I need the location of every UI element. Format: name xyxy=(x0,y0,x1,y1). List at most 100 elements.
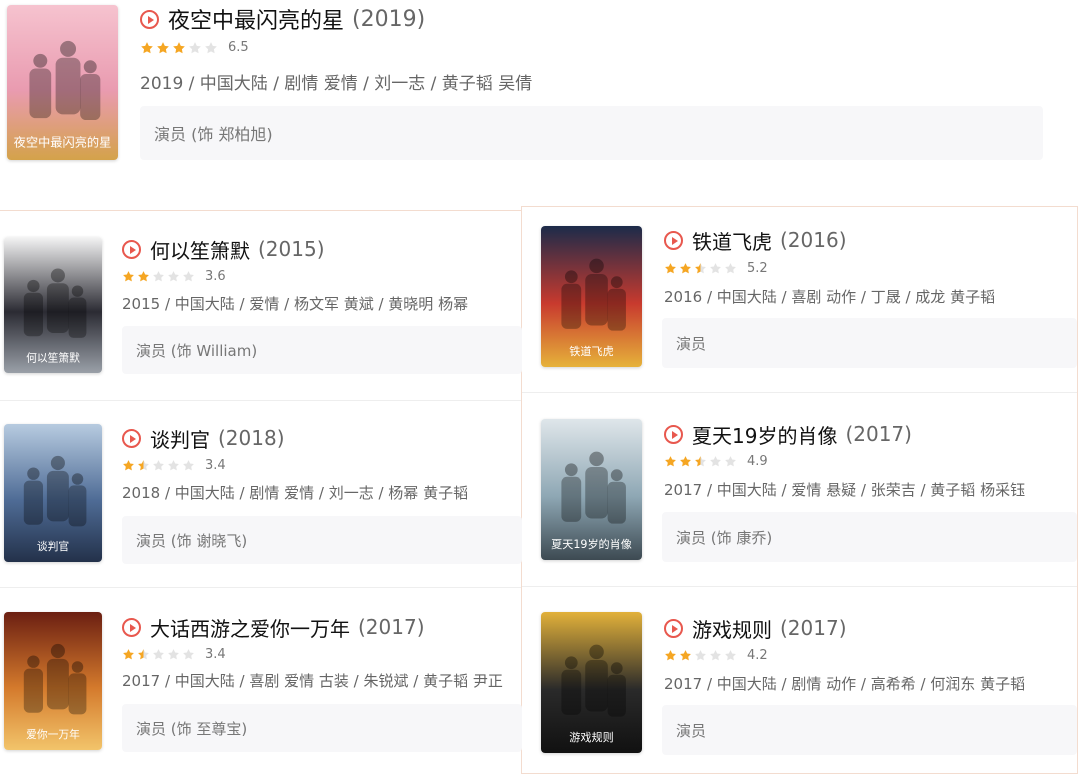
rating-score: 5.2 xyxy=(747,260,768,276)
star-empty-icon xyxy=(168,270,179,282)
movie-title-link[interactable]: 夜空中最闪亮的星 (2019) xyxy=(140,5,425,34)
movie-poster[interactable]: 游戏规则 xyxy=(541,612,642,753)
movie-title: 何以笙箫默 xyxy=(150,238,250,263)
movie-poster[interactable]: 爱你一万年 xyxy=(4,612,102,750)
star-empty-icon xyxy=(725,262,736,274)
poster-title-text: 铁道飞虎 xyxy=(569,344,613,358)
movie-title-link[interactable]: 铁道飞虎 (2016) xyxy=(664,227,847,254)
rating: 3.6 xyxy=(122,269,226,284)
star-empty-icon xyxy=(153,459,164,471)
play-icon[interactable] xyxy=(122,239,141,259)
star-empty-icon xyxy=(710,262,721,274)
star-empty-icon xyxy=(710,455,721,467)
rating-stars xyxy=(122,459,197,472)
movie-title: 夏天19岁的肖像 xyxy=(692,423,838,448)
movie-year: (2017) xyxy=(845,422,912,446)
left-panel-top-border xyxy=(0,210,521,211)
rating: 4.2 xyxy=(664,648,768,663)
movie-title-link[interactable]: 夏天19岁的肖像 (2017) xyxy=(664,421,912,448)
star-empty-icon xyxy=(710,649,721,661)
play-icon[interactable] xyxy=(122,428,141,448)
star-empty-icon xyxy=(183,648,194,660)
rating-stars xyxy=(664,455,739,468)
rating-stars xyxy=(122,270,197,283)
star-empty-icon xyxy=(168,648,179,660)
row-divider xyxy=(522,392,1077,393)
role-box: 演员 (饰 William) xyxy=(122,326,522,374)
star-empty-icon xyxy=(153,270,164,282)
star-empty-icon xyxy=(695,649,706,661)
movie-title: 谈判官 xyxy=(150,427,210,452)
star-full-icon xyxy=(141,41,153,54)
star-half-icon xyxy=(138,459,149,471)
movie-year: (2017) xyxy=(358,615,425,639)
movie-year: (2019) xyxy=(352,6,426,32)
star-full-icon xyxy=(138,270,149,282)
rating-score: 4.9 xyxy=(747,453,768,469)
star-empty-icon xyxy=(168,459,179,471)
play-icon[interactable] xyxy=(664,618,683,638)
row-divider xyxy=(0,587,521,588)
star-empty-icon xyxy=(183,459,194,471)
star-full-icon xyxy=(123,459,134,471)
movie-meta: 2017 / 中国大陆 / 剧情 动作 / 高希希 / 何润东 黄子韬 xyxy=(664,675,1026,694)
movie-title: 夜空中最闪亮的星 xyxy=(168,9,345,35)
star-full-icon xyxy=(123,270,134,282)
movie-meta: 2015 / 中国大陆 / 爱情 / 杨文军 黄斌 / 黄晓明 杨幂 xyxy=(122,295,469,314)
movie-year: (2017) xyxy=(780,616,847,640)
poster-title-text: 夜空中最闪亮的星 xyxy=(14,135,112,150)
rating: 3.4 xyxy=(122,458,226,473)
role-box: 演员 (饰 郑柏旭) xyxy=(140,106,1043,160)
star-full-icon xyxy=(173,41,185,54)
play-icon[interactable] xyxy=(140,9,159,29)
movie-meta: 2019 / 中国大陆 / 剧情 爱情 / 刘一志 / 黄子韬 吴倩 xyxy=(140,73,533,94)
star-empty-icon xyxy=(153,648,164,660)
role-box: 演员 xyxy=(662,705,1077,755)
rating: 6.5 xyxy=(140,40,249,55)
rating: 4.9 xyxy=(664,454,768,469)
star-full-icon xyxy=(665,455,676,467)
movie-title-link[interactable]: 何以笙箫默 (2015) xyxy=(122,236,325,263)
rating-stars xyxy=(664,262,739,275)
star-full-icon xyxy=(680,262,691,274)
star-full-icon xyxy=(665,649,676,661)
movie-title: 铁道飞虎 xyxy=(692,229,772,254)
movie-year: (2018) xyxy=(218,426,285,450)
movie-year: (2016) xyxy=(780,228,847,252)
row-divider xyxy=(522,586,1077,587)
poster-title-text: 何以笙箫默 xyxy=(26,351,80,364)
movie-meta: 2017 / 中国大陆 / 喜剧 爱情 古装 / 朱锐斌 / 黄子韬 尹正 xyxy=(122,672,503,691)
row-divider xyxy=(0,400,521,401)
movie-title-link[interactable]: 大话西游之爱你一万年 (2017) xyxy=(122,614,425,641)
rating-score: 3.6 xyxy=(205,268,226,284)
poster-title-text: 夏天19岁的肖像 xyxy=(551,537,632,551)
movie-title-link[interactable]: 游戏规则 (2017) xyxy=(664,615,847,642)
movie-poster[interactable]: 夜空中最闪亮的星 xyxy=(7,5,118,160)
star-empty-icon xyxy=(189,41,201,54)
poster-title-text: 游戏规则 xyxy=(569,730,613,744)
star-empty-icon xyxy=(725,455,736,467)
star-full-icon xyxy=(680,455,691,467)
play-icon[interactable] xyxy=(664,230,683,250)
play-icon[interactable] xyxy=(122,617,141,637)
star-half-icon xyxy=(138,648,149,660)
rating-stars xyxy=(122,648,197,661)
rating-score: 3.4 xyxy=(205,646,226,662)
movie-poster[interactable]: 谈判官 xyxy=(4,424,102,562)
poster-title-text: 爱你一万年 xyxy=(26,727,80,741)
movie-poster[interactable]: 铁道飞虎 xyxy=(541,226,642,367)
movie-title: 大话西游之爱你一万年 xyxy=(150,616,350,641)
star-full-icon xyxy=(123,648,134,660)
star-full-icon xyxy=(680,649,691,661)
movie-poster[interactable]: 何以笙箫默 xyxy=(4,237,102,373)
role-box: 演员 (饰 康乔) xyxy=(662,512,1077,562)
star-empty-icon xyxy=(725,649,736,661)
role-box: 演员 xyxy=(662,318,1077,368)
rating-stars xyxy=(140,41,220,55)
play-icon[interactable] xyxy=(664,424,683,444)
star-full-icon xyxy=(157,41,169,54)
role-box: 演员 (饰 至尊宝) xyxy=(122,704,522,752)
movie-year: (2015) xyxy=(258,237,325,261)
movie-title-link[interactable]: 谈判官 (2018) xyxy=(122,425,285,452)
movie-poster[interactable]: 夏天19岁的肖像 xyxy=(541,419,642,560)
